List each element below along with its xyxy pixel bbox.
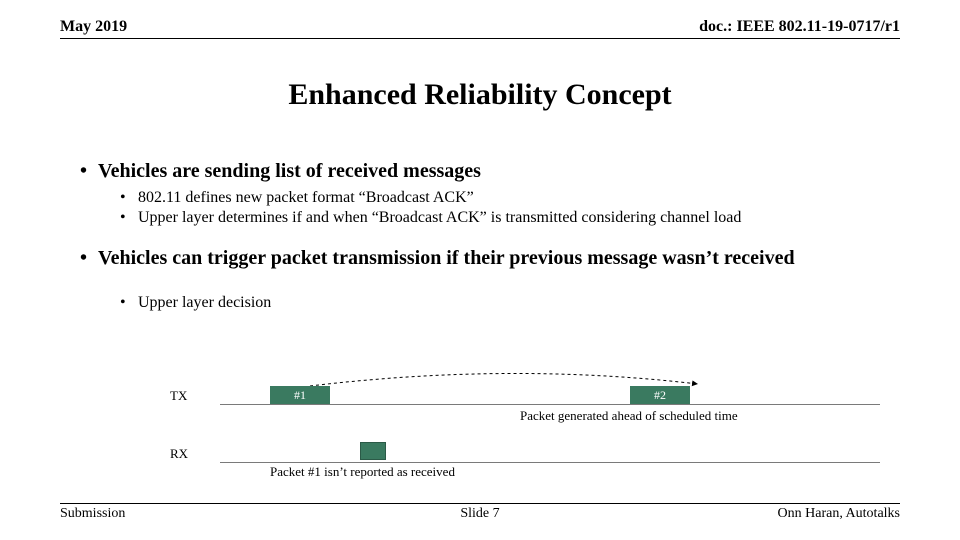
rx-label: RX [170, 446, 188, 462]
slide-header: May 2019 doc.: IEEE 802.11-19-0717/r1 [60, 18, 900, 39]
tx-caption: Packet generated ahead of scheduled time [520, 408, 738, 424]
bullet-1-sub-1-text: 802.11 defines new packet format “Broadc… [138, 189, 474, 206]
bullet-1-sub-2-text: Upper layer determines if and when “Broa… [138, 209, 741, 226]
slide-footer: Submission Slide 7 Onn Haran, Autotalks [60, 503, 900, 522]
tx-row: TX #1 #2 Packet generated ahead of sched… [170, 378, 880, 414]
tx-packet-1: #1 [270, 386, 330, 404]
tx-timeline [220, 404, 880, 405]
footer-center: Slide 7 [60, 506, 900, 522]
bullet-2-sub-1: •Upper layer decision [120, 294, 920, 312]
rx-caption: Packet #1 isn’t reported as received [270, 464, 455, 480]
bullet-2-sub-1-text: Upper layer decision [138, 294, 271, 311]
header-doc-id: doc.: IEEE 802.11-19-0717/r1 [699, 18, 900, 36]
tx-packet-2: #2 [630, 386, 690, 404]
timing-diagram: TX #1 #2 Packet generated ahead of sched… [170, 378, 880, 472]
rx-ack-packet [360, 442, 386, 460]
bullet-1-sub-1: •802.11 defines new packet format “Broad… [120, 189, 920, 207]
bullet-2-text: Vehicles can trigger packet transmission… [98, 247, 795, 269]
slide-body: •Vehicles are sending list of received m… [80, 160, 920, 314]
bullet-1-sub-2: •Upper layer determines if and when “Bro… [120, 209, 920, 227]
rx-timeline [220, 462, 880, 463]
rx-row: RX Packet #1 isn’t reported as received [170, 436, 880, 472]
tx-label: TX [170, 388, 187, 404]
bullet-1: •Vehicles are sending list of received m… [80, 160, 920, 183]
bullet-1-text: Vehicles are sending list of received me… [98, 160, 481, 182]
header-date: May 2019 [60, 18, 127, 36]
slide-title: Enhanced Reliability Concept [0, 78, 960, 112]
bullet-2: •Vehicles can trigger packet transmissio… [80, 247, 920, 270]
